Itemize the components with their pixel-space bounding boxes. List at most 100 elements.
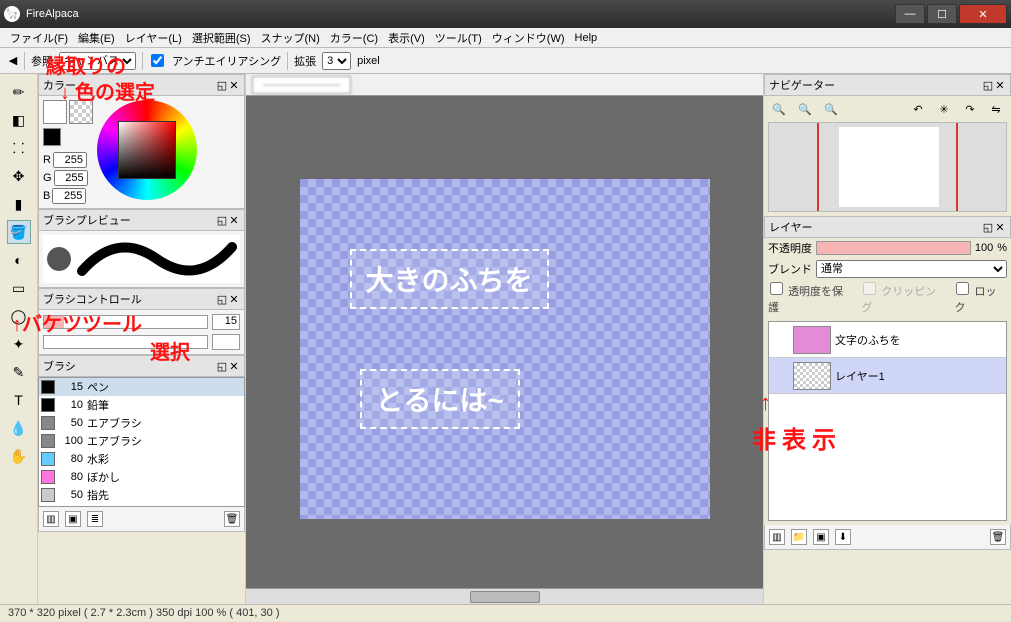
text-tool[interactable]: T xyxy=(7,388,31,412)
collapse-left-icon[interactable]: ◀ xyxy=(8,54,18,67)
brush-row[interactable]: 50指先 xyxy=(39,486,244,504)
ref-select[interactable]: キャンバス xyxy=(59,52,136,70)
undock-icon[interactable]: ◱ xyxy=(216,360,228,373)
b-input[interactable] xyxy=(52,188,86,204)
g-input[interactable] xyxy=(54,170,88,186)
layer-row[interactable]: 文字のふちを xyxy=(769,322,1006,358)
menu-tool[interactable]: ツール(T) xyxy=(431,28,486,48)
eyedropper-tool[interactable]: 💧 xyxy=(7,416,31,440)
brush-size-slider[interactable] xyxy=(43,315,208,329)
brush-size-value[interactable]: 15 xyxy=(212,314,240,330)
brush-row[interactable]: 10鉛筆 xyxy=(39,396,244,414)
zoom-out-icon[interactable]: 🔍 xyxy=(796,100,814,118)
maximize-button[interactable]: ☐ xyxy=(927,4,957,24)
expand-select[interactable]: 3 xyxy=(322,52,351,70)
layer-list[interactable]: 文字のふちをレイヤー1 xyxy=(768,321,1007,521)
dot-tool[interactable]: ⸬ xyxy=(7,136,31,160)
undock-icon[interactable]: ◱ xyxy=(982,221,994,234)
eraser-tool[interactable]: ◧ xyxy=(7,108,31,132)
background-swatch[interactable] xyxy=(69,100,93,124)
protect-alpha-checkbox[interactable] xyxy=(770,282,783,295)
add-brush-button[interactable]: ▥ xyxy=(43,511,59,527)
color-panel-header: カラー ◱✕ xyxy=(38,74,245,96)
close-panel-icon[interactable]: ✕ xyxy=(228,79,240,92)
close-panel-icon[interactable]: ✕ xyxy=(994,221,1006,234)
menu-window[interactable]: ウィンドウ(W) xyxy=(488,28,569,48)
brush-tool[interactable]: ✏ xyxy=(7,80,31,104)
current-swatch[interactable] xyxy=(43,128,61,146)
menu-file[interactable]: ファイル(F) xyxy=(6,28,72,48)
undock-icon[interactable]: ◱ xyxy=(216,293,228,306)
menu-edit[interactable]: 編集(E) xyxy=(74,28,119,48)
horizontal-scrollbar[interactable] xyxy=(246,588,763,604)
flip-icon[interactable]: ⇋ xyxy=(987,100,1005,118)
close-panel-icon[interactable]: ✕ xyxy=(228,214,240,227)
layer-opacity-slider[interactable] xyxy=(816,241,971,255)
brush-control-panel: 15 xyxy=(38,310,245,355)
wand-tool[interactable]: ✦ xyxy=(7,332,31,356)
color-wheel[interactable] xyxy=(97,100,197,200)
lasso-tool[interactable]: ◯ xyxy=(7,304,31,328)
dup-layer-button[interactable]: ▣ xyxy=(813,529,829,545)
brush-list[interactable]: 15ペン10鉛筆50エアブラシ100エアブラシ80水彩80ぼかし50指先 xyxy=(38,377,245,507)
brush-opacity-value[interactable] xyxy=(212,334,240,350)
brush-row[interactable]: 50エアブラシ xyxy=(39,414,244,432)
move-tool[interactable]: ✥ xyxy=(7,164,31,188)
brush-row[interactable]: 15ペン xyxy=(39,378,244,396)
menu-select[interactable]: 選択範囲(S) xyxy=(188,28,255,48)
r-input[interactable] xyxy=(53,152,87,168)
document-tab-bar: ——————— xyxy=(246,74,763,96)
antialias-checkbox[interactable] xyxy=(151,54,164,67)
menu-help[interactable]: Help xyxy=(571,30,602,46)
delete-brush-button[interactable]: 🗑 xyxy=(224,511,240,527)
canvas-area: ——————— 大きのふちを とるには~ xyxy=(246,74,763,604)
undock-icon[interactable]: ◱ xyxy=(982,79,994,92)
blend-select[interactable]: 通常 xyxy=(816,260,1007,278)
dup-brush-button[interactable]: ▣ xyxy=(65,511,81,527)
undock-icon[interactable]: ◱ xyxy=(216,79,228,92)
new-layer-button[interactable]: ▥ xyxy=(769,529,785,545)
rotate-reset-icon[interactable]: ✳ xyxy=(935,100,953,118)
navigator-title: ナビゲーター xyxy=(769,77,835,93)
menu-layer[interactable]: レイヤー(L) xyxy=(121,28,186,48)
tool-options-bar: ◀ 参照 キャンバス アンチエイリアシング 拡張 3 pixel xyxy=(0,48,1011,74)
canvas[interactable]: 大きのふちを とるには~ xyxy=(300,179,710,519)
close-button[interactable]: ✕ xyxy=(959,4,1007,24)
rotate-ccw-icon[interactable]: ↶ xyxy=(909,100,927,118)
delete-layer-button[interactable]: 🗑 xyxy=(990,529,1006,545)
menu-snap[interactable]: スナップ(N) xyxy=(257,28,324,48)
close-panel-icon[interactable]: ✕ xyxy=(228,293,240,306)
document-tab[interactable]: ——————— xyxy=(252,76,351,94)
select-rect-tool[interactable]: ▭ xyxy=(7,276,31,300)
minimize-button[interactable]: — xyxy=(895,4,925,24)
app-icon: 🦙 xyxy=(4,6,20,22)
bucket-tool[interactable]: 🪣 xyxy=(7,220,31,244)
brush-list-header: ブラシ ◱✕ xyxy=(38,355,245,377)
new-folder-button[interactable]: 📁 xyxy=(791,529,807,545)
zoom-fit-icon[interactable]: 🔍 xyxy=(822,100,840,118)
merge-layer-button[interactable]: ⬇ xyxy=(835,529,851,545)
navigator-preview[interactable] xyxy=(768,122,1007,212)
pen-select-tool[interactable]: ✎ xyxy=(7,360,31,384)
canvas-text-2: とるには~ xyxy=(360,369,520,429)
foreground-swatch[interactable] xyxy=(43,100,67,124)
rotate-cw-icon[interactable]: ↷ xyxy=(961,100,979,118)
brush-opacity-slider[interactable] xyxy=(43,335,208,349)
lock-checkbox[interactable] xyxy=(956,282,969,295)
fill-tool[interactable]: ▮ xyxy=(7,192,31,216)
menu-view[interactable]: 表示(V) xyxy=(384,28,429,48)
zoom-in-icon[interactable]: 🔍 xyxy=(770,100,788,118)
gradient-tool[interactable]: ◐ xyxy=(7,248,31,272)
brush-settings-button[interactable]: ≣ xyxy=(87,511,103,527)
brush-preview-panel xyxy=(38,231,245,288)
close-panel-icon[interactable]: ✕ xyxy=(994,79,1006,92)
undock-icon[interactable]: ◱ xyxy=(216,214,228,227)
layer-row[interactable]: レイヤー1 xyxy=(769,358,1006,394)
menu-color[interactable]: カラー(C) xyxy=(326,28,382,48)
brush-row[interactable]: 80水彩 xyxy=(39,450,244,468)
close-panel-icon[interactable]: ✕ xyxy=(228,360,240,373)
brush-row[interactable]: 100エアブラシ xyxy=(39,432,244,450)
brush-row[interactable]: 80ぼかし xyxy=(39,468,244,486)
hand-tool[interactable]: ✋ xyxy=(7,444,31,468)
color-panel-title: カラー xyxy=(43,77,76,93)
